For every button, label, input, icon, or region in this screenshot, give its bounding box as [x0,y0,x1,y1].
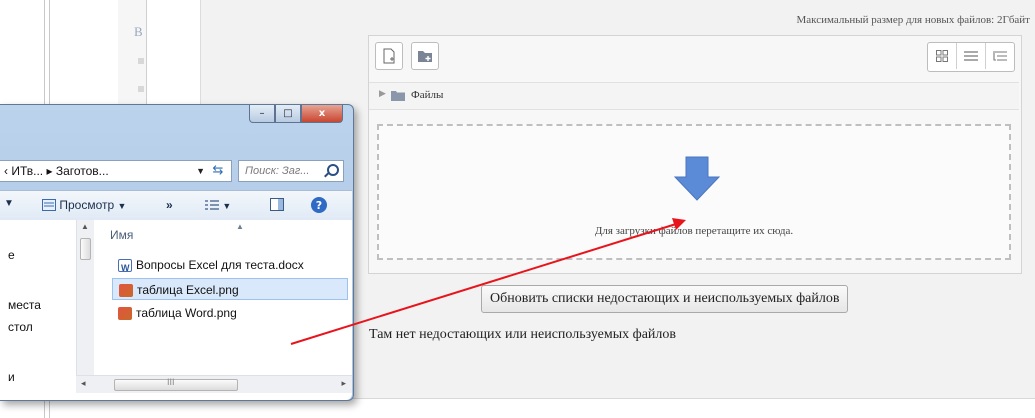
drag-arrow-line [290,223,677,345]
drag-arrow-head [672,218,686,230]
drag-arrow [290,218,686,345]
